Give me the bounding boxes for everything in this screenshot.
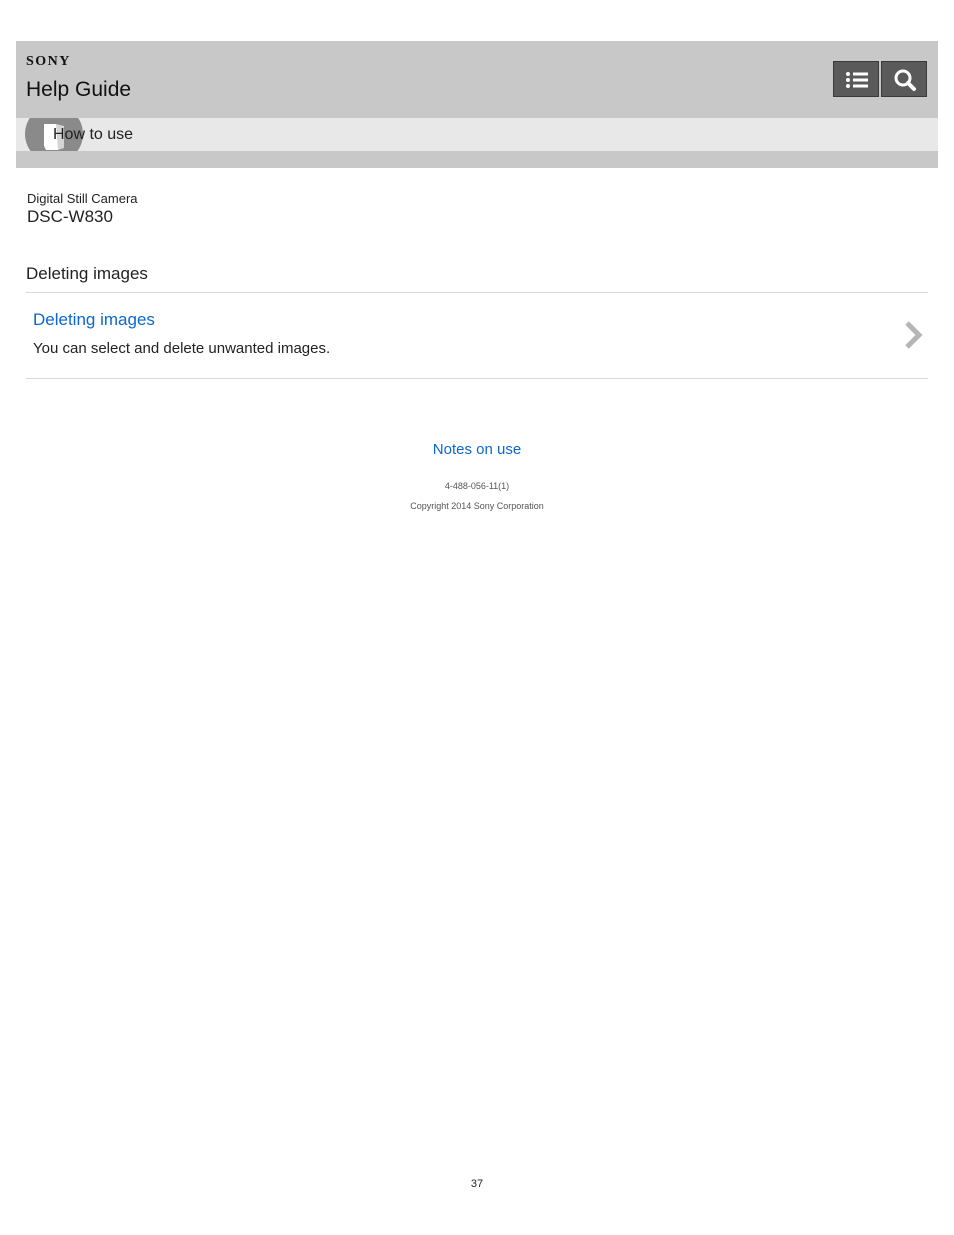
page-number: 37 — [470, 1178, 484, 1190]
notes-on-use-link[interactable]: Notes on use — [0, 441, 954, 458]
list-icon — [846, 72, 868, 88]
list-item-description: You can select and delete unwanted image… — [33, 340, 331, 357]
notes-on-use-label[interactable]: Notes on use — [433, 441, 521, 458]
search-icon — [894, 69, 916, 91]
copyright-text: Copyright 2014 Sony Corporation — [410, 501, 544, 511]
list-item-title[interactable]: Deleting images — [33, 310, 155, 330]
document-number: 4-488-056-11(1) — [444, 481, 510, 491]
header-divider-strip — [16, 151, 938, 168]
product-model: DSC-W830 — [27, 207, 113, 226]
divider — [26, 378, 928, 379]
page-title: Deleting images — [26, 264, 148, 283]
list-item-deleting-images[interactable]: Deleting images You can select and delet… — [26, 293, 928, 378]
sony-logo: SONY — [26, 54, 71, 69]
category-bar: How to use — [16, 118, 938, 151]
help-guide-title: Help Guide — [26, 78, 132, 101]
product-category: Digital Still Camera — [27, 191, 138, 206]
search-button[interactable] — [881, 61, 927, 97]
menu-button[interactable] — [833, 61, 879, 97]
category-label: How to use — [53, 126, 134, 143]
header-bar: SONY Help Guide — [16, 41, 938, 118]
chevron-right-icon — [905, 321, 923, 349]
